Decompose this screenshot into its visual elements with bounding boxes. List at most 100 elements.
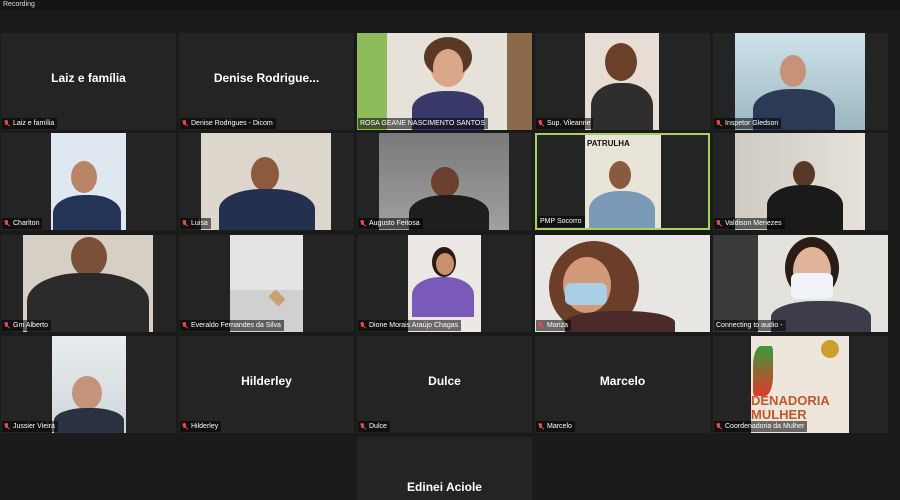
video-feed: [23, 235, 153, 332]
video-feed: [52, 336, 126, 433]
muted-mic-icon: [4, 321, 10, 330]
video-tile-vileanne[interactable]: Sup. Vileanne: [535, 33, 710, 130]
participant-name-label: Denise Rodrigues - Dicom: [180, 118, 276, 129]
participant-name-label: Augusto Feitosa: [358, 218, 423, 229]
video-tile-alberto[interactable]: Gm Alberto: [1, 235, 176, 332]
parrot-logo: [753, 346, 773, 396]
participant-name-label: Valdison Menezes: [714, 218, 785, 229]
video-tile-dulce[interactable]: Dulce Dulce: [357, 336, 532, 433]
poster-text: DENADORIA MULHER: [751, 393, 830, 422]
participant-name-label: Dione Morais Araújo Chagas: [358, 320, 462, 331]
video-tile-mariza[interactable]: Mariza: [535, 235, 710, 332]
name-text: Everaldo Fernandes da Silva: [191, 322, 281, 329]
video-tile-dione[interactable]: Dione Morais Araújo Chagas: [357, 235, 532, 332]
video-feed: [51, 133, 126, 230]
participant-name-label: Dulce: [358, 421, 390, 432]
name-text: Inspetor Gledson: [725, 120, 779, 127]
poster-image: DENADORIA MULHER: [751, 336, 849, 433]
participant-name-label: Everaldo Fernandes da Silva: [180, 320, 284, 331]
participant-name-label: PMP Socorro: [538, 216, 585, 227]
name-text: Mariza: [547, 322, 569, 329]
participant-name-label: Marcelo: [536, 421, 575, 432]
participant-name-label: Mariza: [536, 320, 572, 331]
video-feed: [230, 235, 303, 332]
muted-mic-icon: [538, 119, 544, 128]
recording-indicator: Recording: [3, 0, 35, 9]
participant-name-label: ROSA GEANE NASCIMENTO SANTOS: [358, 118, 488, 129]
muted-mic-icon: [360, 219, 366, 228]
muted-mic-icon: [716, 219, 722, 228]
name-text: Jussier Vieira: [13, 423, 55, 430]
video-feed: [713, 235, 888, 332]
video-feed: [379, 133, 509, 230]
participant-big-name: Denise Rodrigue...: [213, 71, 320, 85]
name-text: Sup. Vileanne: [547, 120, 591, 127]
name-text: Connecting to audio -: [716, 322, 783, 329]
participant-name-label: Hilderley: [180, 421, 222, 432]
video-tile-marcelo[interactable]: Marcelo Marcelo: [535, 336, 710, 433]
muted-mic-icon: [4, 119, 10, 128]
muted-mic-icon: [4, 422, 10, 431]
video-feed: [357, 33, 532, 130]
muted-mic-icon: [538, 321, 544, 330]
video-tile-edinei[interactable]: Edinei Aciole: [357, 437, 532, 500]
video-tile-hilderley[interactable]: Hilderley Hilderley: [179, 336, 354, 433]
name-text: Luisa: [191, 220, 208, 227]
video-tile-valdison[interactable]: Valdison Menezes: [713, 133, 888, 230]
muted-mic-icon: [360, 321, 366, 330]
participant-name-label: Inspetor Gledson: [714, 118, 782, 129]
name-text: ROSA GEANE NASCIMENTO SANTOS: [360, 120, 485, 127]
muted-mic-icon: [360, 422, 366, 431]
participant-name-label: Charlton: [2, 218, 43, 229]
name-text: Gm Alberto: [13, 322, 49, 329]
video-feed: [735, 133, 865, 230]
name-text: Marcelo: [547, 423, 572, 430]
name-text: Denise Rodrigues - Dicom: [191, 120, 273, 127]
muted-mic-icon: [4, 219, 10, 228]
video-tile-augusto[interactable]: Augusto Feitosa: [357, 133, 532, 230]
emblem-icon: [821, 340, 839, 358]
muted-mic-icon: [182, 422, 188, 431]
muted-mic-icon: [182, 119, 188, 128]
video-tile-charlton[interactable]: Charlton: [1, 133, 176, 230]
video-feed: [535, 235, 710, 332]
video-tile-jussier[interactable]: Jussier Vieira: [1, 336, 176, 433]
name-text: Dione Morais Araújo Chagas: [369, 322, 459, 329]
top-bar: Recording: [0, 0, 900, 10]
patrulha-sign: PATRULHA: [587, 139, 630, 148]
muted-mic-icon: [716, 119, 722, 128]
video-tile-laiz[interactable]: Laiz e família Laiz e família: [1, 33, 176, 130]
muted-mic-icon: [182, 321, 188, 330]
video-feed: [585, 33, 659, 130]
recording-label: Recording: [3, 1, 35, 8]
video-feed: [201, 133, 331, 230]
participant-big-name: Marcelo: [599, 374, 646, 388]
name-text: Laiz e família: [13, 120, 55, 127]
participant-big-name: Edinei Aciole: [407, 480, 482, 494]
video-tile-coordenadoria[interactable]: DENADORIA MULHER Coordenadoria da Mulher: [713, 336, 888, 433]
video-tile-everaldo[interactable]: Everaldo Fernandes da Silva: [179, 235, 354, 332]
video-tile-socorro-active-speaker[interactable]: PATRULHA PMP Socorro: [535, 133, 710, 230]
video-feed: [735, 33, 865, 130]
participant-name-label: Sup. Vileanne: [536, 118, 594, 129]
name-text: Dulce: [369, 423, 387, 430]
participant-name-label: Coordenadoria da Mulher: [714, 421, 808, 432]
participant-big-name: Dulce: [428, 374, 461, 388]
muted-mic-icon: [716, 422, 722, 431]
muted-mic-icon: [182, 219, 188, 228]
video-tile-rosa[interactable]: ROSA GEANE NASCIMENTO SANTOS: [357, 33, 532, 130]
name-text: Hilderley: [191, 423, 219, 430]
video-tile-connecting[interactable]: Connecting to audio -: [713, 235, 888, 332]
video-tile-denise[interactable]: Denise Rodrigue... Denise Rodrigues - Di…: [179, 33, 354, 130]
name-text: Augusto Feitosa: [369, 220, 420, 227]
participant-big-name: Hilderley: [241, 374, 292, 388]
name-text: Coordenadoria da Mulher: [725, 423, 805, 430]
video-tile-luisa[interactable]: Luisa: [179, 133, 354, 230]
video-tile-gledson[interactable]: Inspetor Gledson: [713, 33, 888, 130]
name-text: PMP Socorro: [540, 218, 582, 225]
participant-name-label: Luisa: [180, 218, 211, 229]
participant-name-label: Connecting to audio -: [714, 320, 786, 331]
participant-name-label: Jussier Vieira: [2, 421, 58, 432]
participant-big-name: Laiz e família: [51, 71, 126, 85]
video-feed: PATRULHA: [585, 135, 661, 228]
